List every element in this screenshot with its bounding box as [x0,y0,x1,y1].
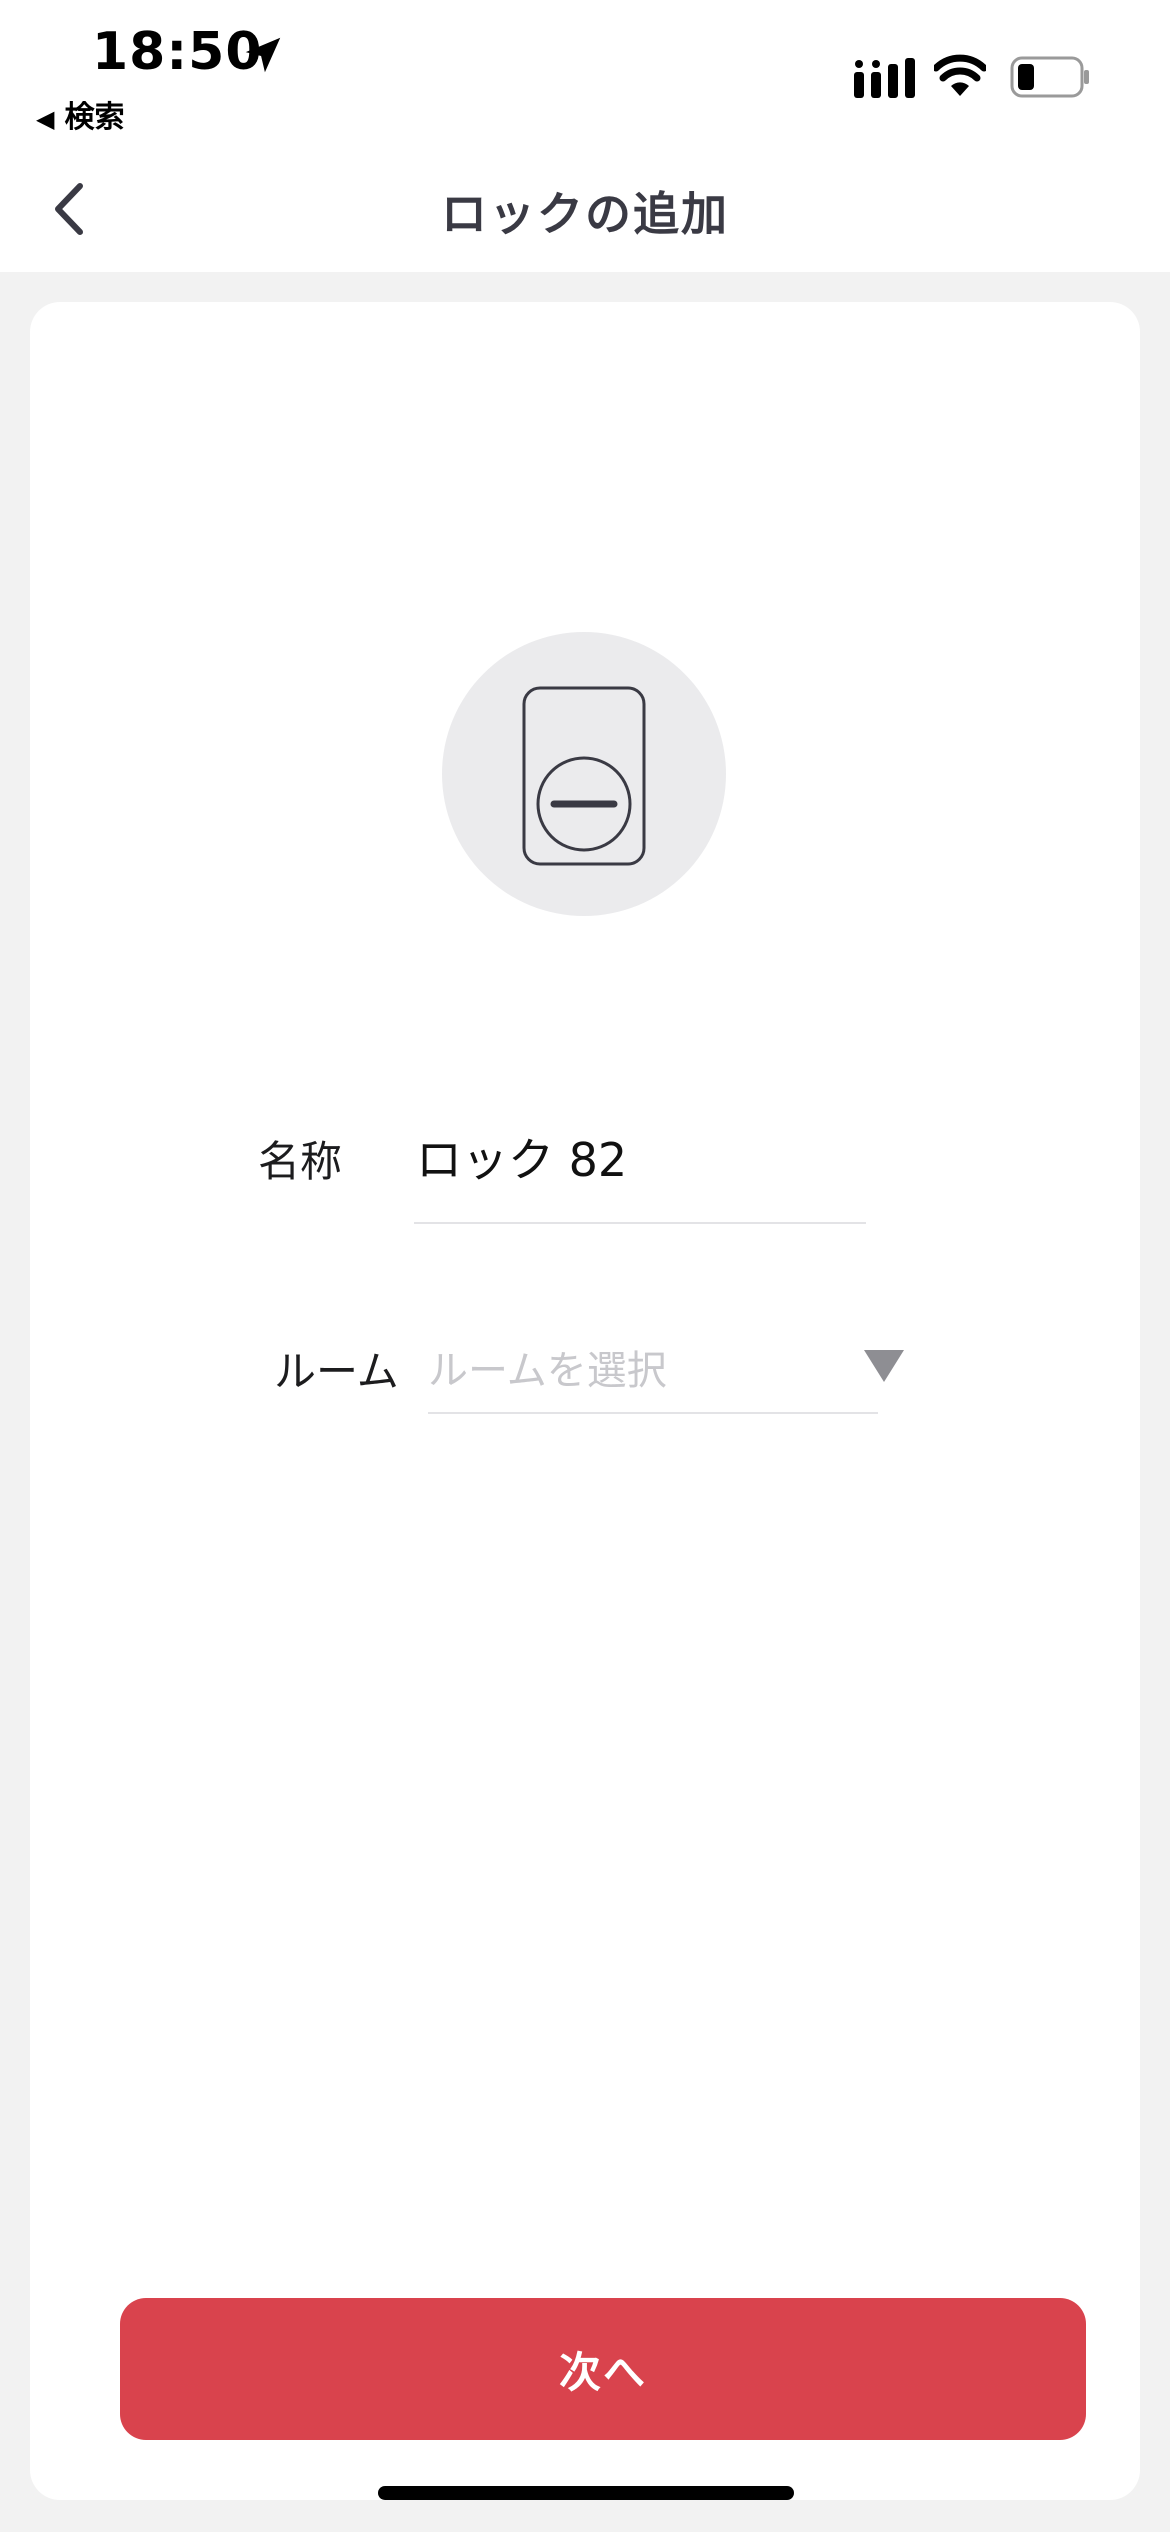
content-card: 名称 ロック 82 ルーム ルームを選択 [30,302,1140,2500]
wifi-icon [934,54,986,96]
name-label: 名称 [258,1137,343,1186]
next-button[interactable]: 次へ [120,2298,1086,2440]
cellular-signal-icon [854,58,915,98]
home-indicator [378,2486,794,2500]
room-label: ルーム [274,1347,399,1396]
status-time: 18:50 [92,22,263,82]
back-triangle-icon: ◀ [36,105,55,133]
back-to-app-link[interactable]: ◀ 検索 [36,92,124,136]
name-input-underline [414,1222,866,1224]
triangle-down-icon[interactable] [864,1350,904,1382]
name-input[interactable]: ロック 82 [416,1124,866,1190]
battery-icon [1010,56,1089,98]
status-bar: 18:50 ◀ 検索 [0,0,1170,150]
back-app-label: 検索 [64,100,125,135]
room-select-underline [428,1412,878,1414]
page-title: ロックの追加 [441,187,729,241]
room-select[interactable]: ルームを選択 [428,1338,818,1396]
device-image [442,632,726,916]
location-arrow-icon [245,37,281,73]
smart-lock-icon [522,686,646,866]
nav-bar: ロックの追加 [0,150,1170,272]
